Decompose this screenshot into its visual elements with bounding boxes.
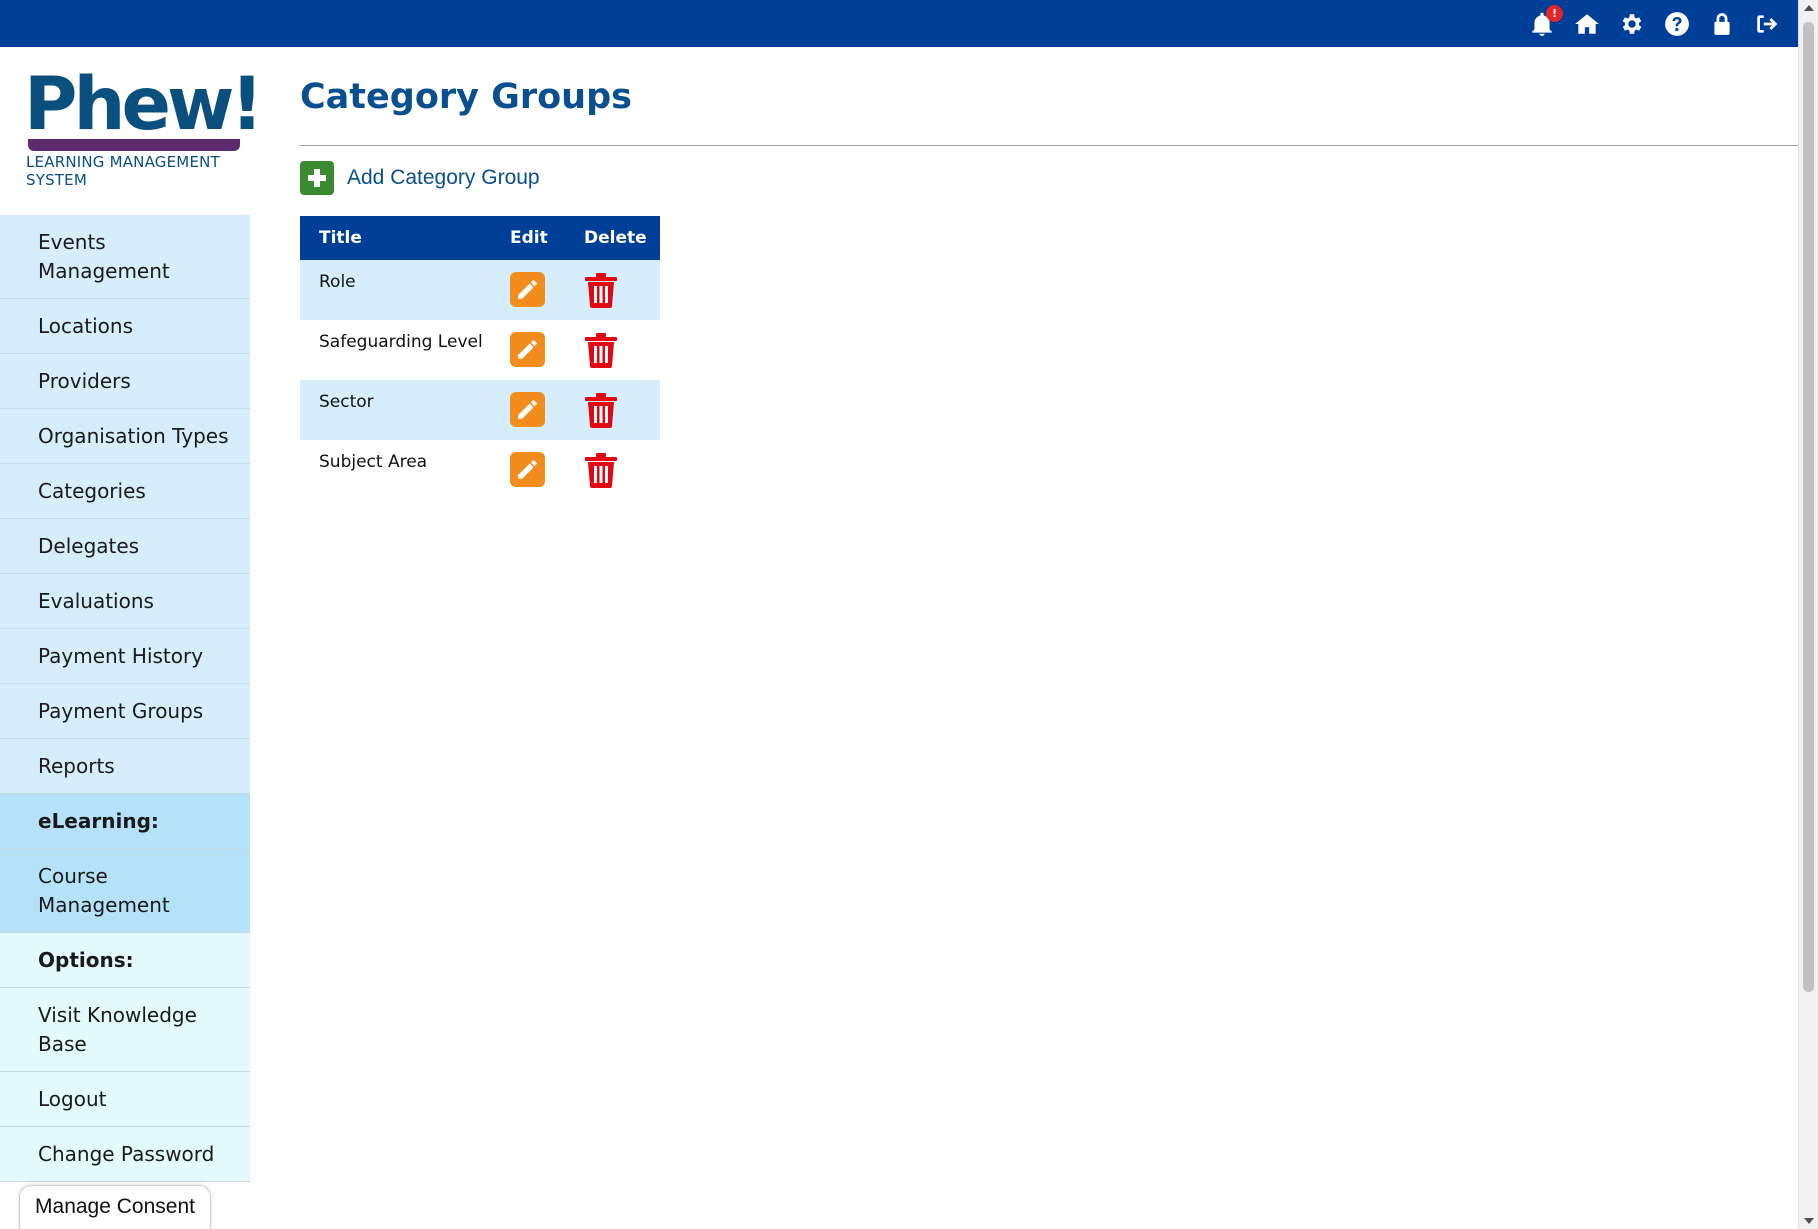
sidebar-item-label: Visit Knowledge Base	[38, 1002, 197, 1056]
home-icon[interactable]	[1574, 11, 1600, 37]
delete-cell	[584, 320, 660, 380]
scrollbar-thumb[interactable]	[1803, 22, 1814, 992]
sidebar: Phew! LEARNING MANAGEMENT SYSTEM Events …	[0, 47, 264, 1229]
row-title: Role	[300, 260, 510, 320]
sidebar-item-label: Change Password	[38, 1141, 215, 1166]
category-groups-table: Title Edit Delete Role Safeguarding Leve…	[300, 216, 660, 500]
trash-icon	[585, 393, 617, 428]
sidebar-item-visit-knowledge-base[interactable]: Visit Knowledge Base	[0, 988, 250, 1072]
sidebar-item-label: Locations	[38, 313, 134, 338]
logout-icon[interactable]	[1754, 11, 1780, 37]
sidebar-item-label: Organisation Types	[38, 423, 229, 448]
vertical-scrollbar[interactable]	[1798, 0, 1818, 1229]
sidebar-item-payment-history[interactable]: Payment History	[0, 629, 250, 684]
sidebar-item-delegates[interactable]: Delegates	[0, 519, 250, 574]
add-category-group-label: Add Category Group	[347, 166, 540, 189]
sidebar-item-label: Delegates	[38, 533, 140, 558]
add-icon	[300, 161, 334, 195]
manage-consent-button[interactable]: Manage Consent	[19, 1185, 211, 1229]
pencil-icon	[518, 460, 537, 479]
trash-icon	[585, 333, 617, 368]
help-icon[interactable]	[1664, 11, 1690, 37]
table-row: Safeguarding Level	[300, 320, 660, 380]
gear-icon[interactable]	[1619, 11, 1645, 37]
sidebar-item-label: Payment Groups	[38, 698, 204, 723]
delete-button[interactable]	[584, 332, 618, 368]
column-header-delete: Delete	[584, 216, 660, 260]
sidebar-item-logout[interactable]: Logout	[0, 1072, 250, 1127]
sidebar-heading-label: eLearning:	[38, 808, 159, 833]
edit-cell	[510, 320, 584, 380]
row-title: Subject Area	[319, 452, 428, 472]
edit-cell	[510, 380, 584, 440]
pencil-icon	[518, 340, 537, 359]
table-row: Subject Area	[300, 440, 660, 500]
delete-cell	[584, 260, 660, 320]
edit-button[interactable]	[510, 392, 545, 427]
edit-cell	[510, 260, 584, 320]
trash-icon	[585, 273, 617, 308]
lock-icon[interactable]	[1709, 11, 1735, 37]
notification-badge: !	[1546, 4, 1563, 22]
sidebar-item-label: Course Management	[38, 863, 170, 917]
sidebar-item-label: Reports	[38, 753, 115, 778]
scroll-up-icon[interactable]	[1804, 5, 1814, 11]
title-divider	[300, 145, 1798, 146]
logo-word: Phew!	[24, 62, 264, 147]
sidebar-item-reports[interactable]: Reports	[0, 739, 250, 794]
delete-cell	[584, 380, 660, 440]
delete-button[interactable]	[584, 452, 618, 488]
trash-icon	[585, 453, 617, 488]
edit-button[interactable]	[510, 332, 545, 367]
table-header-row: Title Edit Delete	[300, 216, 660, 260]
sidebar-item-evaluations[interactable]: Evaluations	[0, 574, 250, 629]
sidebar-nav: Events Management Locations Providers Or…	[0, 215, 250, 1182]
pencil-icon	[518, 400, 537, 419]
sidebar-item-payment-groups[interactable]: Payment Groups	[0, 684, 250, 739]
sidebar-item-label: Events Management	[38, 229, 170, 283]
sidebar-item-events-management[interactable]: Events Management	[0, 215, 250, 299]
top-bar: !	[0, 0, 1798, 47]
sidebar-item-label: Evaluations	[38, 588, 154, 613]
edit-button[interactable]	[510, 452, 545, 487]
edit-cell	[510, 440, 584, 500]
delete-cell	[584, 440, 660, 500]
sidebar-item-change-password[interactable]: Change Password	[0, 1127, 250, 1182]
delete-button[interactable]	[584, 272, 618, 308]
sidebar-item-label: Payment History	[38, 643, 204, 668]
sidebar-item-label: Logout	[38, 1086, 107, 1111]
bell-icon[interactable]: !	[1529, 4, 1563, 37]
logo[interactable]: Phew! LEARNING MANAGEMENT SYSTEM	[24, 62, 264, 207]
scroll-down-icon[interactable]	[1804, 1218, 1814, 1224]
edit-button[interactable]	[510, 272, 545, 307]
sidebar-heading-label: Options:	[38, 947, 134, 972]
pencil-icon	[518, 280, 537, 299]
row-title: Sector	[300, 380, 510, 440]
sidebar-item-label: Categories	[38, 478, 146, 503]
sidebar-item-categories[interactable]: Categories	[0, 464, 250, 519]
table-row: Sector	[300, 380, 660, 440]
delete-button[interactable]	[584, 392, 618, 428]
row-title: Safeguarding Level	[319, 332, 483, 352]
add-category-group-link[interactable]: Add Category Group	[300, 161, 540, 195]
sidebar-item-organisation-types[interactable]: Organisation Types	[0, 409, 250, 464]
column-header-edit: Edit	[510, 216, 584, 260]
table-row: Role	[300, 260, 660, 320]
logo-bar	[28, 139, 240, 151]
logo-subtitle: LEARNING MANAGEMENT SYSTEM	[26, 153, 220, 189]
sidebar-item-label: Providers	[38, 368, 131, 393]
sidebar-item-providers[interactable]: Providers	[0, 354, 250, 409]
sidebar-item-course-management[interactable]: Course Management	[0, 849, 250, 933]
sidebar-heading-elearning: eLearning:	[0, 794, 250, 849]
page-title: Category Groups	[300, 77, 632, 117]
column-header-title: Title	[300, 216, 510, 260]
top-bar-icons: !	[1529, 0, 1780, 47]
sidebar-heading-options: Options:	[0, 933, 250, 988]
sidebar-item-locations[interactable]: Locations	[0, 299, 250, 354]
